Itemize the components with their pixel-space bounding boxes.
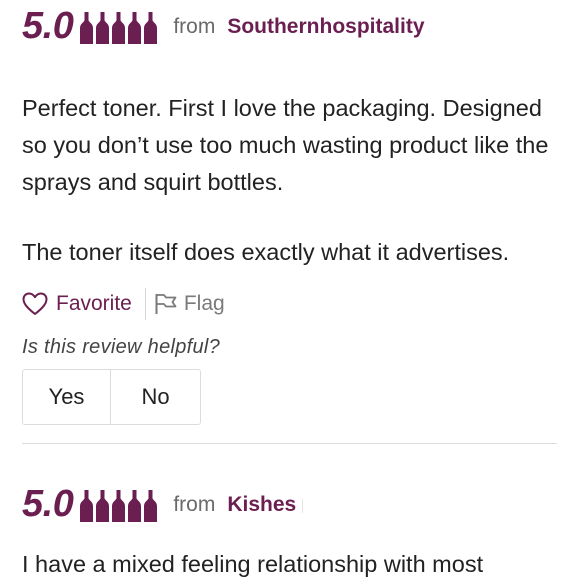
author-separator bbox=[302, 499, 304, 513]
flag-icon bbox=[155, 294, 177, 314]
review-card: 5.0 from Southernhospitality Perfect ton… bbox=[22, 0, 558, 425]
helpful-buttons: Yes No bbox=[22, 369, 201, 425]
review-actions: Favorite Flag bbox=[22, 287, 225, 321]
reviews-page: 5.0 from Southernhospitality Perfect ton… bbox=[0, 0, 580, 580]
flag-button[interactable]: Flag bbox=[154, 292, 225, 316]
flag-label: Flag bbox=[183, 292, 225, 315]
favorite-label: Favorite bbox=[56, 292, 132, 315]
helpful-question: Is this review helpful? bbox=[22, 336, 221, 358]
from-label: from bbox=[173, 15, 216, 38]
wine-bottle-icon bbox=[128, 490, 142, 522]
review-body: Perfect toner. First I love the packagin… bbox=[22, 90, 558, 271]
wine-bottle-icon bbox=[144, 490, 158, 522]
no-button[interactable]: No bbox=[111, 370, 200, 424]
wine-bottle-icon bbox=[128, 12, 142, 44]
yes-button[interactable]: Yes bbox=[23, 370, 111, 424]
wine-bottle-icon bbox=[80, 490, 94, 522]
wine-bottle-icon bbox=[80, 12, 94, 44]
rating-row: 5.0 from Southernhospitality bbox=[22, 0, 558, 52]
action-divider bbox=[144, 288, 146, 320]
bottle-rating bbox=[80, 490, 158, 522]
bottle-rating bbox=[80, 12, 158, 44]
rating-row: 5.0 from Kishes bbox=[22, 478, 558, 530]
wine-bottle-icon bbox=[96, 490, 110, 522]
from-label: from bbox=[173, 493, 216, 516]
author-name[interactable]: Southernhospitality bbox=[227, 15, 424, 39]
review-paragraph: Perfect toner. First I love the packagin… bbox=[22, 95, 549, 195]
rating-score: 5.0 bbox=[22, 483, 74, 525]
rating-score: 5.0 bbox=[22, 5, 74, 47]
wine-bottle-icon bbox=[112, 12, 126, 44]
wine-bottle-icon bbox=[144, 12, 158, 44]
heart-icon bbox=[22, 292, 48, 315]
review-paragraph: The toner itself does exactly what it ad… bbox=[22, 239, 510, 265]
review-paragraph: I have a mixed feeling relationship with… bbox=[22, 551, 484, 577]
favorite-button[interactable]: Favorite bbox=[22, 292, 132, 316]
wine-bottle-icon bbox=[96, 12, 110, 44]
review-divider bbox=[22, 443, 557, 444]
review-card: 5.0 from Kishes I have a mixed feeling r… bbox=[22, 478, 558, 577]
author-name[interactable]: Kishes bbox=[227, 493, 296, 517]
review-body: I have a mixed feeling relationship with… bbox=[22, 546, 558, 580]
wine-bottle-icon bbox=[112, 490, 126, 522]
